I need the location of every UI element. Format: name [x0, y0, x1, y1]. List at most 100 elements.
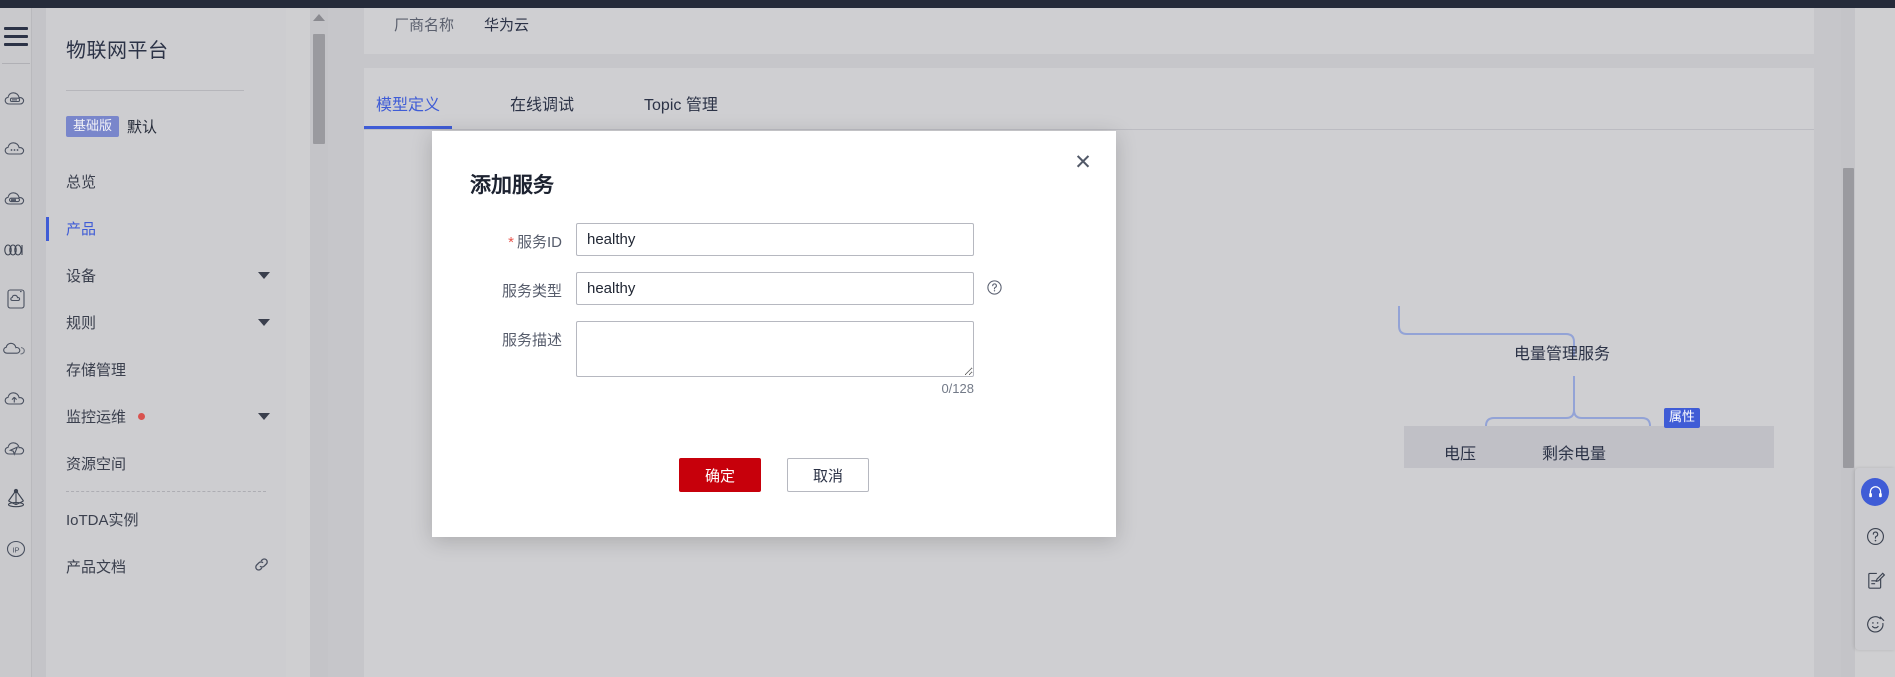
sidebar-item-product-docs[interactable]: 产品文档	[46, 543, 286, 590]
tree-connector-lines	[1398, 306, 1651, 438]
sidebar-item-overview[interactable]: 总览	[46, 158, 286, 205]
service-model-tree: 电量管理服务 电压 剩余电量 属性	[1344, 298, 1814, 498]
chevron-down-icon	[258, 272, 270, 279]
environment-selector[interactable]: 基础版 默认	[66, 116, 157, 137]
application-root: IP 物联网平台 基础版 默认 总览 产品 设备 规则 存储管理 监控运维 资源…	[0, 0, 1895, 677]
chevron-down-icon	[258, 319, 270, 326]
tab-label: 模型定义	[376, 97, 441, 114]
cloud-send-icon[interactable]	[0, 424, 32, 474]
chevron-down-icon	[258, 413, 270, 420]
confirm-button[interactable]: 确定	[679, 458, 761, 492]
manufacturer-value: 华为云	[484, 17, 530, 34]
dialog-title: 添加服务	[470, 174, 554, 197]
sidebar-nav-list: 总览 产品 设备 规则 存储管理 监控运维 资源空间 IoTDA实例 产品文档	[46, 158, 286, 590]
sidebar: 物联网平台 基础版 默认 总览 产品 设备 规则 存储管理 监控运维 资源空间 …	[46, 8, 286, 677]
manufacturer-row: 厂商名称 华为云	[394, 14, 529, 35]
page-scrollbar-thumb[interactable]	[1843, 168, 1854, 468]
scrollbar-thumb[interactable]	[313, 34, 325, 144]
tree-node-remaining-power[interactable]: 剩余电量	[1542, 440, 1606, 464]
sidebar-item-label: 存储管理	[66, 362, 127, 379]
tab-model-definition[interactable]: 模型定义	[364, 91, 453, 129]
tree-node-voltage[interactable]: 电压	[1444, 440, 1476, 464]
form-row-service-desc: 服务描述 0/128	[432, 321, 1116, 396]
tab-label: 在线调试	[510, 97, 575, 114]
sidebar-item-label: IoTDA实例	[66, 512, 139, 529]
sidebar-dashed-divider	[66, 491, 266, 492]
service-desc-textarea[interactable]	[576, 321, 974, 377]
sidebar-title: 物联网平台	[66, 40, 169, 62]
tab-label: Topic 管理	[644, 97, 718, 114]
tab-bar: 模型定义 在线调试 Topic 管理	[364, 68, 1814, 130]
environment-name: 默认	[127, 119, 158, 136]
sidebar-item-rules[interactable]: 规则	[46, 299, 286, 346]
service-type-label: 服务类型	[470, 272, 576, 301]
form-row-service-type: 服务类型	[432, 272, 1116, 305]
service-id-input[interactable]	[576, 223, 974, 256]
label-text: 服务描述	[501, 332, 562, 349]
question-circle-icon[interactable]	[986, 279, 1003, 296]
question-help-icon[interactable]	[1861, 522, 1889, 550]
sidebar-item-label: 资源空间	[66, 456, 127, 473]
cloud-stack-icon[interactable]	[0, 324, 32, 374]
ip-address-icon[interactable]: IP	[0, 524, 32, 574]
service-id-label: * 服务ID	[470, 223, 576, 252]
content-scrollbar[interactable]	[310, 8, 328, 677]
sidebar-item-product[interactable]: 产品	[46, 205, 286, 252]
cloud-database-icon[interactable]	[0, 174, 32, 224]
environment-edition-badge: 基础版	[66, 116, 120, 137]
external-link-icon	[253, 556, 270, 577]
floating-support-toolbar	[1855, 468, 1895, 650]
rail-sidebar-gutter	[32, 8, 46, 677]
sidebar-item-label: 总览	[66, 174, 97, 191]
sidebar-item-label: 产品文档	[66, 559, 127, 576]
sidebar-item-resource-space[interactable]: 资源空间	[46, 440, 286, 487]
dialog-action-bar: 确定 取消	[432, 458, 1116, 492]
page-scrollbar[interactable]	[1841, 8, 1855, 677]
sidebar-item-label: 规则	[66, 315, 97, 332]
sidebar-item-label: 监控运维	[66, 409, 127, 426]
cloud-server-icon[interactable]	[0, 74, 32, 124]
sidebar-item-label: 设备	[66, 268, 97, 285]
required-marker: *	[508, 234, 514, 251]
svg-text:IP: IP	[12, 545, 19, 554]
sidebar-item-storage[interactable]: 存储管理	[46, 346, 286, 393]
close-icon[interactable]: ✕	[1070, 149, 1096, 175]
cancel-button[interactable]: 取消	[787, 458, 869, 492]
icon-rail: IP	[0, 8, 32, 677]
browser-top-strip	[0, 0, 1895, 8]
cloud-waves-icon[interactable]	[0, 224, 32, 274]
attribute-badge: 属性	[1664, 408, 1701, 428]
service-id-control	[576, 223, 974, 256]
feedback-edit-icon[interactable]	[1861, 566, 1889, 594]
device-cloud-icon[interactable]	[0, 274, 32, 324]
hamburger-menu-icon[interactable]	[3, 22, 29, 48]
sidebar-item-monitoring[interactable]: 监控运维	[46, 393, 286, 440]
service-desc-control: 0/128	[576, 321, 974, 396]
headset-support-icon[interactable]	[1861, 478, 1889, 506]
service-type-input[interactable]	[576, 272, 974, 305]
smiley-satisfaction-icon[interactable]	[1861, 610, 1889, 638]
sidebar-item-device[interactable]: 设备	[46, 252, 286, 299]
sidebar-divider	[66, 90, 244, 91]
product-info-card: 厂商名称 华为云	[364, 8, 1814, 54]
sidebar-item-label: 产品	[66, 221, 97, 238]
form-row-service-id: * 服务ID	[432, 223, 1116, 256]
tab-online-debug[interactable]: 在线调试	[498, 91, 586, 129]
character-counter: 0/128	[941, 381, 974, 396]
rail-icon-list: IP	[0, 74, 32, 574]
cloud-upload-icon[interactable]	[0, 374, 32, 424]
scroll-up-arrow-icon[interactable]	[313, 14, 325, 21]
manufacturer-label: 厂商名称	[394, 17, 455, 34]
network-topology-icon[interactable]	[0, 474, 32, 524]
service-type-control	[576, 272, 1002, 305]
service-desc-label: 服务描述	[470, 321, 576, 350]
sidebar-item-iotda-instance[interactable]: IoTDA实例	[46, 496, 286, 543]
cloud-more-icon[interactable]	[0, 124, 32, 174]
notification-dot-icon	[138, 413, 146, 420]
tab-topic-management[interactable]: Topic 管理	[632, 91, 730, 129]
tree-node-root[interactable]: 电量管理服务	[1514, 340, 1610, 364]
add-service-dialog: ✕ 添加服务 *服务ID 服务类型	[432, 131, 1116, 537]
label-text: 服务ID	[516, 234, 562, 251]
rail-divider	[2, 63, 30, 64]
add-service-form: *服务ID 服务类型	[432, 223, 1116, 396]
